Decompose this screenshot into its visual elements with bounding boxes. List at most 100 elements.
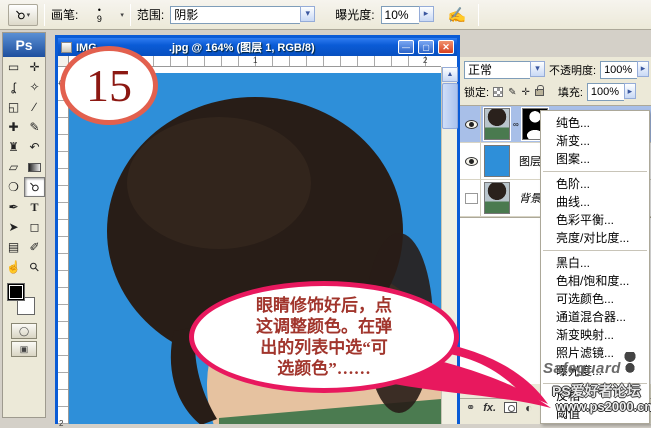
maximize-button[interactable]: ▢ xyxy=(418,40,434,54)
visibility-cell[interactable] xyxy=(463,180,481,216)
menu-item-solid-color[interactable]: 纯色... xyxy=(541,114,649,132)
eyedropper-tool[interactable]: ✐ xyxy=(24,237,45,257)
visibility-cell[interactable] xyxy=(463,143,481,179)
tool-grid: ▭ ✛ ʆ ✧ ◱ ∕ ✚ ✎ ♜ ↶ ▱ ❍ ⚲ ✒ T ➤ ◻ ▤ ✐ ☝ … xyxy=(3,57,45,277)
menu-item-levels[interactable]: 色阶... xyxy=(541,175,649,193)
lock-label: 锁定: xyxy=(464,84,489,100)
spin-arrow-icon[interactable]: ▸ xyxy=(637,61,649,77)
layer-style-icon[interactable]: fx. xyxy=(483,402,496,414)
fill-input[interactable]: 100% ▸ xyxy=(587,83,636,101)
lock-all-icon[interactable] xyxy=(535,89,544,96)
tool-options-bar: ⚲ ▾ 画笔: • 9 ▾ 范围: 阴影 ▾ 曝光度: 10% ▸ ✍ xyxy=(0,0,651,30)
menu-item-photo-filter[interactable]: 照片滤镜... xyxy=(541,344,649,362)
menu-item-exposure[interactable]: 曝光度... xyxy=(541,362,649,380)
menu-item-black-white[interactable]: 黑白... xyxy=(541,254,649,272)
menu-item-pattern[interactable]: 图案... xyxy=(541,150,649,168)
layer-thumbnail[interactable] xyxy=(484,108,510,140)
menu-item-invert[interactable]: 反相 xyxy=(541,387,649,405)
quick-mask-button[interactable]: ◯ xyxy=(11,323,37,339)
airbrush-icon[interactable]: ✍ xyxy=(448,6,467,24)
healing-brush-tool[interactable]: ✚ xyxy=(3,117,24,137)
scrollbar-thumb[interactable] xyxy=(442,83,458,129)
lasso-tool[interactable]: ʆ xyxy=(3,77,24,97)
opacity-input[interactable]: 100% ▸ xyxy=(600,61,649,79)
menu-item-brightness-contrast[interactable]: 亮度/对比度... xyxy=(541,229,649,247)
close-button[interactable]: ✕ xyxy=(438,40,454,54)
zoom-tool[interactable]: ⚲ xyxy=(24,257,45,277)
type-tool[interactable]: T xyxy=(24,197,45,217)
blur-tool[interactable]: ❍ xyxy=(3,177,24,197)
range-select[interactable]: 阴影 ▾ xyxy=(170,6,315,24)
rectangle-tool[interactable]: ◻ xyxy=(24,217,45,237)
menu-separator xyxy=(543,383,647,384)
magic-wand-tool[interactable]: ✧ xyxy=(24,77,45,97)
lock-position-icon[interactable]: ✛ xyxy=(521,87,529,98)
menu-item-gradient[interactable]: 渐变... xyxy=(541,132,649,150)
screen-mode-button[interactable]: ▣ xyxy=(11,341,37,357)
adjustment-layer-icon[interactable]: ◐ xyxy=(525,401,532,415)
foreground-color-swatch[interactable] xyxy=(7,283,25,301)
gradient-tool[interactable] xyxy=(24,157,45,177)
brush-preset-picker[interactable]: • 9 xyxy=(84,3,114,27)
dodge-tool[interactable]: ⚲ xyxy=(24,177,45,197)
menu-item-selective-color[interactable]: 可选颜色... xyxy=(541,290,649,308)
blend-mode-select[interactable]: 正常 ▾ xyxy=(464,61,545,79)
menu-item-gradient-map[interactable]: 渐变映射... xyxy=(541,326,649,344)
add-mask-icon[interactable] xyxy=(504,402,517,413)
crop-tool[interactable]: ◱ xyxy=(3,97,24,117)
ruler-tick-label: 1 xyxy=(253,56,257,65)
link-layers-icon[interactable]: ⚭ xyxy=(466,401,475,414)
lock-pixels-icon[interactable]: ✎ xyxy=(508,87,516,98)
menu-item-channel-mixer[interactable]: 通道混合器... xyxy=(541,308,649,326)
history-brush-tool[interactable]: ↶ xyxy=(24,137,45,157)
zoom-icon: ⚲ xyxy=(26,259,42,275)
rectangular-marquee-tool[interactable]: ▭ xyxy=(3,57,24,77)
eye-empty-box xyxy=(465,193,478,204)
menu-separator xyxy=(543,250,647,251)
combo-arrow-icon[interactable]: ▾ xyxy=(300,6,315,22)
combo-arrow-icon[interactable]: ▾ xyxy=(530,61,545,77)
blend-mode-row: 正常 ▾ 不透明度: 100% ▸ xyxy=(460,57,651,82)
layer-thumbnail[interactable] xyxy=(484,182,510,214)
dodge-icon: ⚲ xyxy=(26,179,42,195)
current-tool-button[interactable]: ⚲ ▾ xyxy=(8,4,38,26)
eraser-tool[interactable]: ▱ xyxy=(3,157,24,177)
hand-tool[interactable]: ☝ xyxy=(3,257,24,277)
exposure-input[interactable]: 10% ▸ xyxy=(381,6,434,24)
notes-tool[interactable]: ▤ xyxy=(3,237,24,257)
range-label: 范围: xyxy=(137,6,164,23)
spin-arrow-icon[interactable]: ▸ xyxy=(624,83,636,99)
mask-link-icon: ∞ xyxy=(513,120,519,129)
layer-thumbnail[interactable] xyxy=(484,145,510,177)
menu-item-threshold[interactable]: 阈值 xyxy=(541,405,649,423)
path-selection-tool[interactable]: ➤ xyxy=(3,217,24,237)
spin-arrow-icon[interactable]: ▸ xyxy=(419,6,434,22)
menu-item-hue-saturation[interactable]: 色相/饱和度... xyxy=(541,272,649,290)
step-number-badge: 15 xyxy=(60,46,158,125)
menu-separator xyxy=(543,171,647,172)
move-tool[interactable]: ✛ xyxy=(24,57,45,77)
bubble-line: 这调整颜色。在弹 xyxy=(256,316,392,337)
clone-stamp-tool[interactable]: ♜ xyxy=(3,137,24,157)
menu-item-color-balance[interactable]: 色彩平衡... xyxy=(541,211,649,229)
step-number: 15 xyxy=(86,59,132,112)
brush-size-value: 9 xyxy=(97,15,102,24)
range-value: 阴影 xyxy=(170,6,300,24)
exposure-label: 曝光度: xyxy=(335,6,374,23)
opacity-label: 不透明度: xyxy=(549,62,596,78)
pen-tool[interactable]: ✒ xyxy=(3,197,24,217)
toolbox: Ps ▭ ✛ ʆ ✧ ◱ ∕ ✚ ✎ ♜ ↶ ▱ ❍ ⚲ ✒ T ➤ ◻ ▤ ✐… xyxy=(2,32,46,418)
dodge-tool-icon: ⚲ xyxy=(12,6,28,22)
chevron-down-icon[interactable]: ▾ xyxy=(120,11,124,19)
layer-name: 背景 xyxy=(519,190,541,206)
scroll-up-icon[interactable]: ▲ xyxy=(442,67,458,82)
lock-transparency-icon[interactable] xyxy=(493,87,503,97)
fill-label: 填充: xyxy=(558,84,583,100)
slice-tool[interactable]: ∕ xyxy=(24,97,45,117)
brush-tool[interactable]: ✎ xyxy=(24,117,45,137)
vertical-scrollbar[interactable]: ▲ xyxy=(441,67,457,424)
minimize-button[interactable]: — xyxy=(398,40,414,54)
menu-item-curves[interactable]: 曲线... xyxy=(541,193,649,211)
separator xyxy=(44,4,45,26)
visibility-cell[interactable] xyxy=(463,106,481,142)
